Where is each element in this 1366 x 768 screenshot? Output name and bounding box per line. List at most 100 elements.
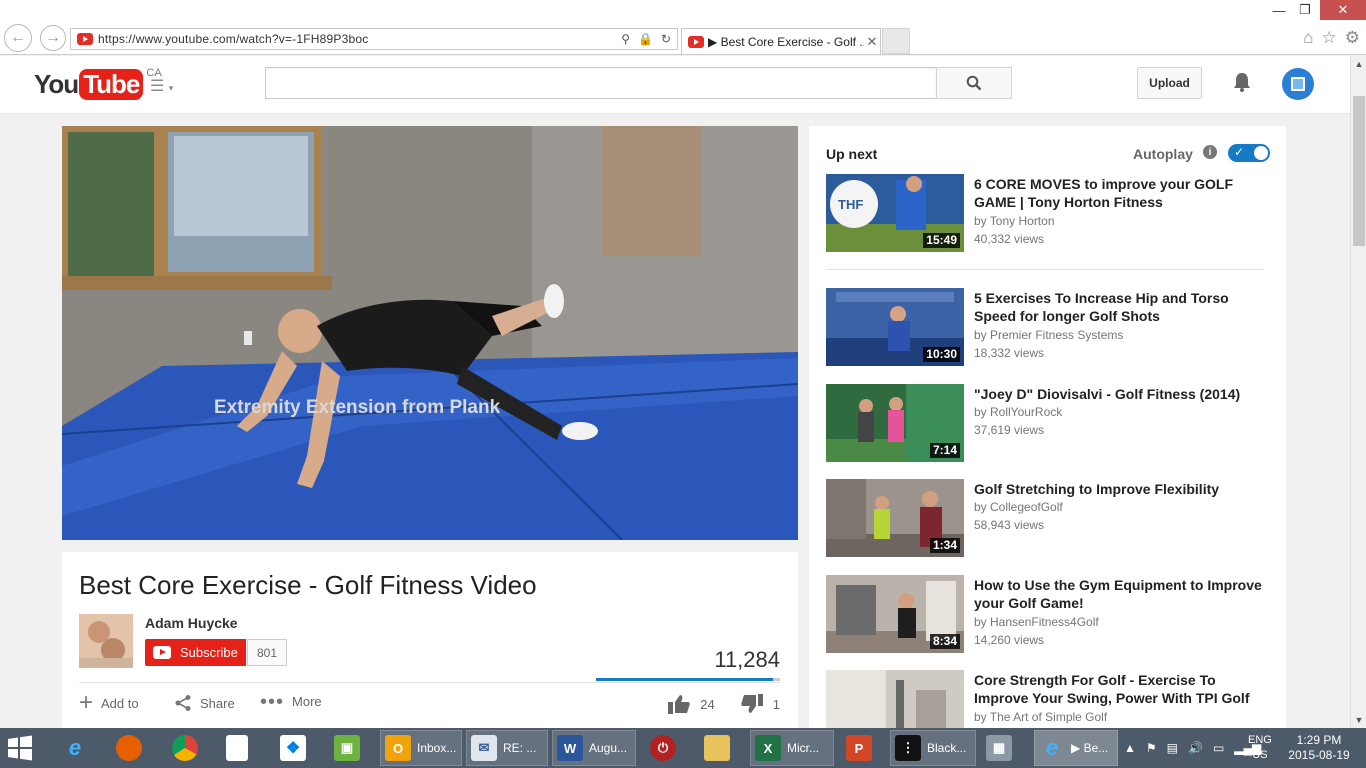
page-scrollbar[interactable]: ▲ ▼ [1350,56,1366,728]
start-button[interactable] [6,730,34,766]
divider [826,269,1264,270]
tab-close-icon[interactable]: ✕ [864,34,880,50]
related-video-item[interactable]: THF 15:49 6 CORE MOVES to improve your G… [826,174,1266,254]
account-avatar[interactable] [1282,68,1314,100]
related-video-channel: by Premier Fitness Systems [974,328,1124,342]
info-icon[interactable]: i [1203,145,1217,159]
back-button[interactable]: ← [4,24,32,52]
search-button[interactable] [936,67,1012,99]
search-icon [966,75,982,91]
tray-expand-icon[interactable]: ▲ [1124,741,1136,755]
more-label: More [292,694,322,709]
taskbar-blackberry[interactable]: ⋮ Black... [890,730,976,766]
forward-button[interactable]: → [40,25,66,51]
dropbox-icon: ❖ [280,735,306,761]
taskbar-label: Micr... [787,741,819,755]
flag-icon[interactable]: ⚑ [1146,741,1157,755]
related-video-channel: by RollYourRock [974,405,1063,419]
clock-date: 2015-08-19 [1288,748,1350,762]
refresh-icon[interactable]: ↻ [661,32,671,46]
search-icon[interactable]: ⚲ [621,32,630,46]
taskbar-firefox[interactable] [112,730,142,766]
network-icon[interactable]: ▤ [1167,741,1178,755]
youtube-favicon-icon [688,35,704,48]
home-icon[interactable]: ⌂ [1303,28,1313,48]
notifications-bell-icon[interactable] [1230,70,1254,94]
related-video-item[interactable]: 10:30 5 Exercises To Increase Hip and To… [826,288,1266,368]
taskbar-app[interactable]: ▣ [330,730,360,766]
scroll-down-arrow-icon[interactable]: ▼ [1351,712,1366,728]
more-button[interactable]: ••• More [260,692,322,712]
related-video-title[interactable]: How to Use the Gym Equipment to Improve … [974,576,1266,612]
related-video-views: 18,332 views [974,346,1045,360]
address-url: https://www.youtube.com/watch?v=-1FH89P3… [98,32,369,46]
taskbar-label: RE: ... [503,741,537,755]
subscribe-button[interactable]: Subscribe [145,639,246,666]
taskbar-app-grid[interactable]: ▦ [982,730,1012,766]
scroll-up-arrow-icon[interactable]: ▲ [1351,56,1366,72]
input-language[interactable]: ENG US [1248,733,1272,763]
scrollbar-thumb[interactable] [1353,96,1365,246]
taskbar-ie[interactable]: e [58,730,88,766]
taskbar-chrome[interactable] [168,730,198,766]
restore-button[interactable]: ❐ [1290,0,1320,20]
dislike-count: 1 [772,696,780,712]
taskbar-ie-active[interactable]: e ▶ Be... [1034,730,1118,766]
related-video-title[interactable]: "Joey D" Diovisalvi - Golf Fitness (2014… [974,385,1266,403]
video-duration: 8:34 [929,634,960,649]
related-video-title[interactable]: Core Strength For Golf - Exercise To Imp… [974,671,1266,707]
browser-tab[interactable]: ▶ Best Core Exercise - Golf ... ✕ [681,28,881,54]
new-tab-button[interactable] [882,28,910,54]
lock-icon[interactable]: 🔒 [638,32,653,46]
channel-avatar[interactable] [79,614,133,668]
video-player[interactable]: Extremity Extension from Plank [62,126,798,540]
related-video-item[interactable]: 1:34 Golf Stretching to Improve Flexibil… [826,479,1266,559]
share-button[interactable]: Share [174,694,235,712]
search-input[interactable] [265,67,937,99]
related-video-channel: by The Art of Simple Golf [974,710,1108,724]
related-video-title[interactable]: 6 CORE MOVES to improve your GOLF GAME |… [974,175,1266,211]
like-dislike-row: 24 1 [668,694,780,714]
volume-icon[interactable]: 🔊 [1188,741,1203,755]
taskbar-excel[interactable]: X Micr... [750,730,834,766]
taskbar-email[interactable]: ✉ RE: ... [466,730,548,766]
video-thumbnail[interactable]: 1:34 [826,479,964,557]
taskbar-dropbox[interactable]: ❖ [276,730,306,766]
related-video-title[interactable]: Golf Stretching to Improve Flexibility [974,480,1266,498]
blackberry-icon: ⋮ [895,735,921,761]
video-thumbnail[interactable]: 7:14 [826,384,964,462]
favorites-star-icon[interactable]: ☆ [1322,28,1337,48]
video-thumbnail[interactable]: THF 15:49 [826,174,964,252]
thumbs-down-icon[interactable] [741,694,763,714]
taskbar-powerpoint[interactable]: P [842,730,872,766]
taskbar-power[interactable]: ⏻ [646,730,676,766]
address-bar[interactable]: https://www.youtube.com/watch?v=-1FH89P3… [70,28,678,50]
like-ratio-fill [596,678,773,681]
thumbs-up-icon[interactable] [668,694,690,714]
settings-gear-icon[interactable]: ⚙ [1345,28,1360,48]
subscribe-label: Subscribe [180,645,238,660]
language-code: ENG [1248,734,1272,746]
video-thumbnail[interactable]: 8:34 [826,575,964,653]
upload-button[interactable]: Upload [1137,67,1202,99]
autoplay-toggle[interactable]: ✓ [1228,144,1270,162]
related-video-title[interactable]: 5 Exercises To Increase Hip and Torso Sp… [974,289,1266,325]
video-thumbnail[interactable]: 10:30 [826,288,964,366]
taskbar-label: ▶ Be... [1071,741,1109,755]
add-to-button[interactable]: + Add to [79,691,139,715]
taskbar-word[interactable]: W Augu... [552,730,636,766]
system-clock[interactable]: 1:29 PM 2015-08-19 [1284,733,1354,763]
battery-icon[interactable]: ▭ [1213,741,1224,755]
taskbar-outlook[interactable]: O Inbox... [380,730,462,766]
youtube-logo[interactable]: You Tube CA [34,67,162,100]
guide-menu-icon[interactable]: ☰ ▾ [150,76,173,96]
firefox-icon [116,735,142,761]
channel-name[interactable]: Adam Huycke [145,615,238,631]
close-window-button[interactable]: ✕ [1320,0,1366,20]
related-video-item[interactable]: 7:14 "Joey D" Diovisalvi - Golf Fitness … [826,384,1266,464]
taskbar-label: Augu... [589,741,628,755]
taskbar-file[interactable] [222,730,248,766]
taskbar-explorer[interactable] [700,730,730,766]
related-video-item[interactable]: 8:34 How to Use the Gym Equipment to Imp… [826,575,1266,655]
video-duration: 15:49 [923,233,960,248]
